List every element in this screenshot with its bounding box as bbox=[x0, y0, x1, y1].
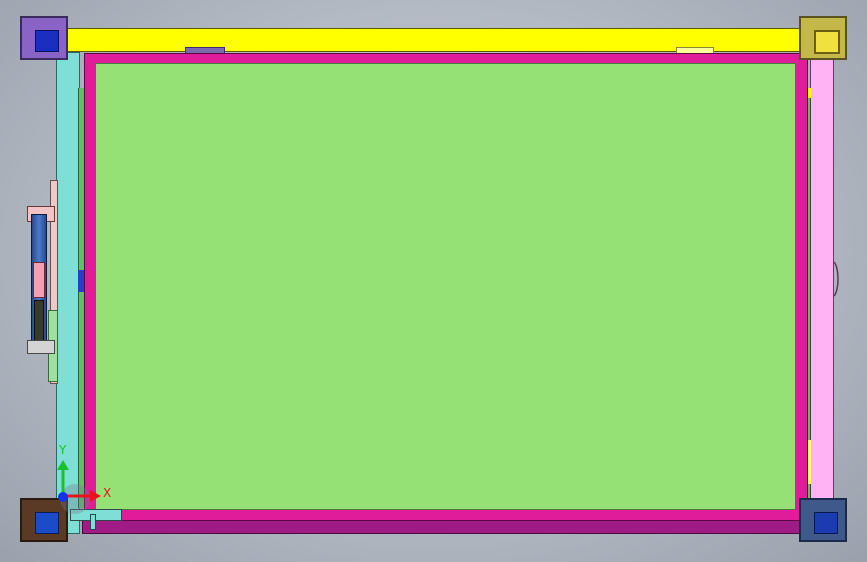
triad-y-label: Y bbox=[59, 443, 67, 457]
cad-viewport[interactable]: Y X bbox=[0, 0, 867, 562]
triad-x-arrowhead bbox=[90, 490, 101, 502]
triad-z-dot bbox=[58, 492, 68, 502]
coordinate-triad bbox=[57, 460, 101, 502]
triad-x-label: X bbox=[103, 486, 112, 500]
triad-y-arrowhead bbox=[57, 460, 69, 470]
